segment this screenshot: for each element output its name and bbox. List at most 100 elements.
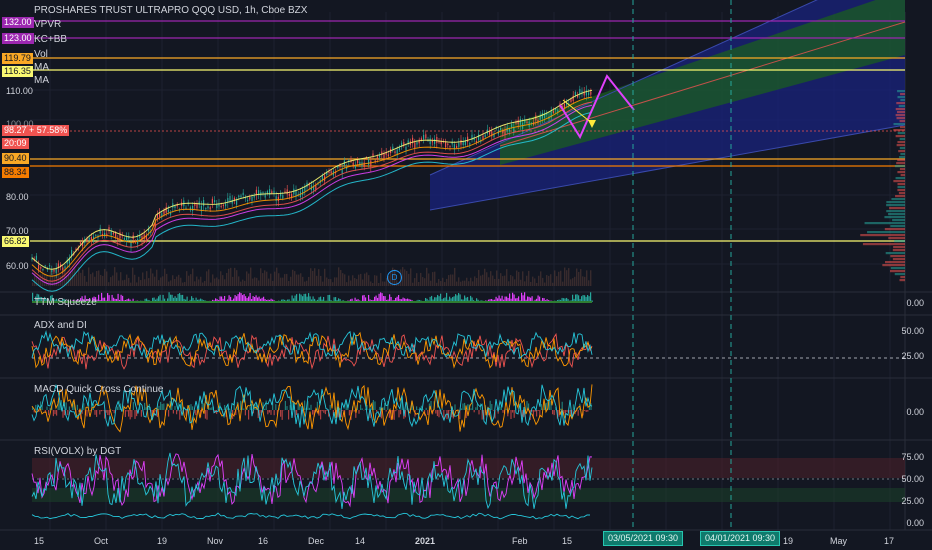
volume-bar [146, 271, 148, 286]
overlay-kcbb[interactable]: KC+BB [34, 34, 67, 45]
chart-title: PROSHARES TRUST ULTRAPRO QQQ USD, 1h, Cb… [34, 5, 308, 16]
indicator-line [31, 512, 590, 520]
date-marker-label[interactable]: 04/01/2021 09:30 [700, 531, 781, 546]
vpvr-bar [895, 135, 905, 138]
pane-axis-label: 25.00 [901, 496, 924, 506]
macd-bar [243, 408, 245, 410]
macd-bar [100, 410, 102, 412]
pane-axis-label: 0.00 [906, 298, 924, 308]
volume-bar [110, 277, 112, 286]
volume-bar [560, 270, 562, 286]
volume-bar [288, 281, 290, 286]
volume-bar [208, 269, 210, 286]
candle-body [387, 154, 389, 157]
price-tag-kcbb: 123.00 [2, 33, 34, 44]
candle-body [315, 185, 317, 190]
volume-bar [160, 277, 162, 286]
time-axis-label: 2021 [415, 536, 436, 546]
volume-bar [454, 267, 456, 286]
candle-body [240, 195, 242, 198]
macd-bar [192, 406, 194, 410]
macd-bar [288, 410, 290, 420]
overlay-ma[interactable]: MA [34, 62, 49, 73]
macd-bar [376, 410, 378, 412]
overlay-vol[interactable]: Vol [34, 49, 48, 60]
volume-bar [206, 271, 208, 286]
squeeze-bar [120, 294, 122, 302]
volume-bar [42, 268, 44, 286]
volume-bar [72, 270, 74, 286]
macd-bar [281, 410, 283, 420]
vpvr-bar [886, 204, 905, 207]
pane-title-macd[interactable]: MACD Quick Cross Continue [34, 384, 163, 395]
volume-bar [558, 271, 560, 286]
price-tag-vol: 119.79 [2, 53, 33, 64]
volume-bar [74, 268, 76, 286]
dividend-badge[interactable]: D [387, 270, 402, 285]
volume-bar [116, 272, 118, 286]
volume-bar [102, 275, 104, 286]
vpvr-bar [894, 273, 905, 276]
volume-bar [446, 278, 448, 286]
pane-axis-label: 0.00 [906, 518, 924, 528]
vpvr-bar [888, 237, 905, 240]
overlay-ma-2[interactable]: MA [34, 75, 49, 86]
pane-title-rsi[interactable]: RSI(VOLX) by DGT [34, 446, 121, 457]
macd-bar [310, 404, 312, 410]
volume-bar [504, 275, 506, 286]
volume-bar [548, 275, 550, 286]
squeeze-bar [177, 293, 179, 302]
overlay-vpvr[interactable]: VPVR [34, 19, 61, 30]
price-tag-8834: 88.34 [2, 167, 29, 178]
vpvr-bar [900, 93, 905, 96]
vpvr-bar [897, 96, 905, 99]
volume-bar [550, 274, 552, 286]
date-marker-label[interactable]: 03/05/2021 09:30 [603, 531, 684, 546]
volume-bar [320, 275, 322, 286]
volume-bar [406, 270, 408, 286]
volume-bar [322, 281, 324, 286]
candle-body [163, 210, 165, 215]
macd-bar [470, 408, 472, 410]
volume-bar [328, 279, 330, 286]
squeeze-bar [455, 294, 457, 302]
volume-bar [436, 282, 438, 286]
macd-bar [132, 402, 134, 410]
volume-bar [564, 267, 566, 286]
volume-bar [104, 268, 106, 286]
volume-bar [86, 281, 88, 286]
volume-bar [536, 282, 538, 286]
squeeze-bar [437, 294, 439, 302]
volume-bar [402, 267, 404, 286]
macd-bar [385, 410, 387, 412]
squeeze-bar [299, 293, 301, 302]
volume-bar [426, 267, 428, 286]
volume-bar [380, 273, 382, 286]
macd-bar [172, 410, 174, 414]
macd-bar [540, 404, 542, 410]
pane-title-ttm-squeeze[interactable]: TTM Squeeze [34, 297, 97, 308]
candle-body [216, 204, 218, 209]
squeeze-bar [513, 294, 515, 302]
volume-bar [370, 281, 372, 286]
macd-bar [206, 410, 208, 420]
pane-title-adx[interactable]: ADX and DI [34, 320, 87, 331]
volume-bar [492, 275, 494, 286]
macd-bar [113, 410, 115, 414]
candle-body [405, 146, 407, 151]
volume-bar [522, 271, 524, 286]
macd-bar [324, 410, 326, 415]
macd-bar [510, 410, 512, 420]
chart-canvas[interactable] [0, 0, 932, 550]
volume-bar [178, 274, 180, 286]
squeeze-bar [524, 292, 526, 302]
vpvr-bar [893, 246, 905, 249]
vpvr-bar [900, 153, 905, 156]
time-axis-label: Nov [207, 536, 224, 546]
squeeze-bar [572, 294, 574, 302]
volume-bar [96, 270, 98, 286]
candle-body [42, 268, 44, 270]
volume-bar [474, 276, 476, 286]
candle-body [372, 153, 374, 157]
macd-bar [312, 410, 314, 415]
